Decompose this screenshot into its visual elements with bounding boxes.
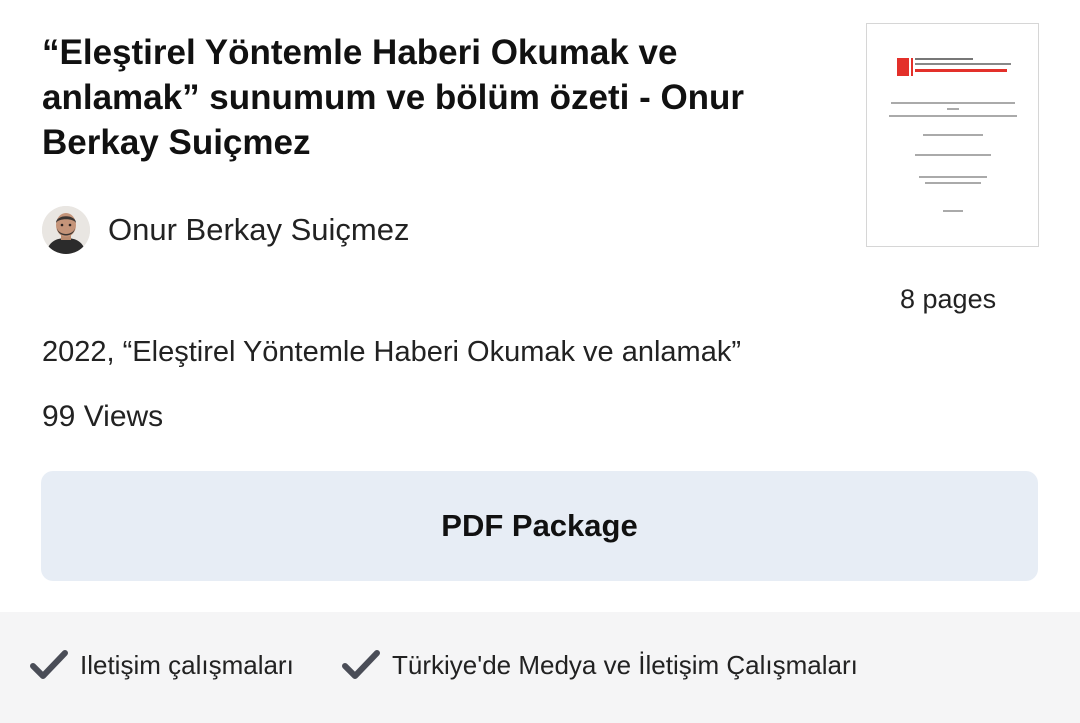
pdf-package-button[interactable]: PDF Package (41, 471, 1038, 581)
tag-turkiye-medya-iletisim[interactable]: Türkiye'de Medya ve İletişim Çalışmaları (342, 640, 858, 690)
check-icon (30, 650, 68, 679)
document-thumbnail[interactable] (866, 23, 1039, 247)
view-count: 99 Views (42, 400, 164, 433)
author-row[interactable]: Onur Berkay Suiçmez (42, 204, 410, 256)
avatar-image (42, 206, 90, 254)
page-count: 8 pages (900, 284, 997, 314)
author-name[interactable]: Onur Berkay Suiçmez (108, 212, 410, 248)
tag-label: Iletişim çalışmaları (80, 649, 294, 680)
tag-label: Türkiye'de Medya ve İletişim Çalışmaları (392, 649, 858, 680)
publication-info: 2022, “Eleştirel Yöntemle Haberi Okumak … (42, 336, 742, 368)
tag-iletisim-calismalari[interactable]: Iletişim çalışmaları (30, 640, 294, 690)
thumbnail-preview (889, 58, 1017, 212)
author-avatar[interactable] (42, 206, 90, 254)
document-title[interactable]: “Eleştirel Yöntemle Haberi Okumak ve anl… (42, 30, 822, 165)
check-icon (342, 650, 380, 679)
